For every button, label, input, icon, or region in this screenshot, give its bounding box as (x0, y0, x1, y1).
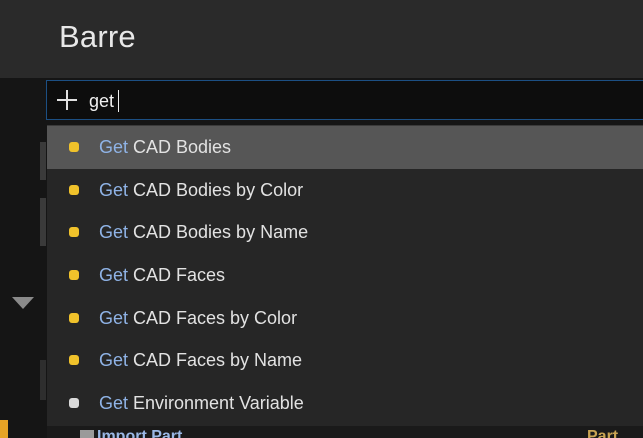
match-highlight: Get (99, 137, 129, 157)
item-label: CAD Bodies by Color (128, 179, 304, 200)
collapse-arrow-icon (12, 297, 34, 309)
autocomplete-item[interactable]: Get CAD Faces by Name (47, 339, 643, 382)
part-icon (80, 430, 94, 438)
background-field (40, 360, 46, 400)
plus-icon (57, 90, 77, 110)
background-list-row: Import Part Part (47, 426, 643, 438)
match-highlight: Get (99, 350, 129, 371)
autocomplete-item[interactable]: Get CAD Bodies by Name (47, 211, 643, 254)
status-dot-icon (69, 312, 79, 323)
match-highlight: Get (99, 179, 129, 200)
item-label: CAD Faces by Color (128, 307, 298, 328)
background-item-label: Import Part (97, 428, 183, 438)
match-highlight: Get (99, 265, 129, 286)
background-item-right-label: Part (587, 428, 619, 438)
background-field (40, 142, 46, 180)
autocomplete-dropdown: Get CAD Bodies Get CAD Bodies by Color Get… (47, 125, 643, 426)
autocomplete-item[interactable]: Get CAD Bodies (47, 126, 643, 169)
autocomplete-item[interactable]: Get CAD Faces (47, 254, 643, 297)
autocomplete-item[interactable]: Get CAD Faces by Color (47, 297, 643, 340)
item-label: CAD Faces by Name (128, 350, 303, 371)
item-label: CAD Bodies by Name (128, 222, 309, 243)
panel-title: Barre (59, 19, 136, 54)
item-label: Environment Variable (128, 393, 304, 414)
background-field (40, 198, 46, 246)
match-highlight: Get (99, 307, 129, 328)
match-highlight: Get (99, 393, 129, 414)
match-highlight: Get (99, 222, 129, 243)
status-dot-icon (69, 184, 79, 195)
search-query: get (89, 90, 120, 112)
status-dot-icon (69, 227, 79, 238)
autocomplete-item[interactable]: Get CAD Bodies by Color (47, 169, 643, 212)
status-dot-icon (69, 398, 79, 409)
status-dot-icon (69, 142, 79, 152)
status-dot-icon (69, 355, 79, 366)
text-caret (118, 90, 120, 112)
autocomplete-item[interactable]: Get Environment Variable (47, 382, 643, 425)
item-label: CAD Bodies (128, 137, 232, 157)
search-input[interactable]: get (46, 80, 643, 120)
status-dot-icon (69, 270, 79, 281)
item-label: CAD Faces (128, 265, 226, 286)
background-accent (0, 420, 8, 438)
